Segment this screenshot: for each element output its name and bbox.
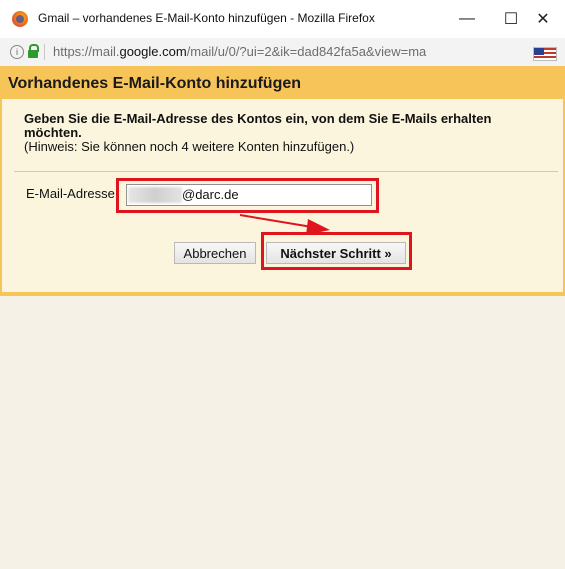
window-title: Gmail – vorhandenes E-Mail-Konto hinzufü… bbox=[38, 11, 375, 25]
close-button[interactable]: ✕ bbox=[521, 6, 565, 32]
annotation-highlight-input bbox=[116, 178, 379, 213]
us-flag-icon[interactable] bbox=[533, 47, 557, 61]
instruction-block: Geben Sie die E-Mail-Adresse des Kontos … bbox=[24, 112, 534, 154]
annotation-highlight-button bbox=[261, 232, 412, 270]
lock-icon[interactable] bbox=[28, 44, 39, 58]
firefox-icon bbox=[12, 11, 28, 27]
dialog-header: Vorhandenes E-Mail-Konto hinzufügen bbox=[0, 66, 565, 99]
dialog-body: Geben Sie die E-Mail-Adresse des Kontos … bbox=[0, 99, 565, 296]
url-domain: google.com bbox=[119, 44, 187, 59]
address-bar[interactable]: i https://mail.google.com/mail/u/0/?ui=2… bbox=[0, 38, 565, 67]
url-text[interactable]: https://mail.google.com/mail/u/0/?ui=2&i… bbox=[53, 44, 426, 59]
hint-text: (Hinweis: Sie können noch 4 weitere Kont… bbox=[24, 139, 355, 154]
divider bbox=[14, 171, 558, 172]
dialog-title: Vorhandenes E-Mail-Konto hinzufügen bbox=[8, 75, 302, 92]
window-titlebar: Gmail – vorhandenes E-Mail-Konto hinzufü… bbox=[0, 0, 565, 38]
separator bbox=[44, 44, 45, 60]
instruction-text: Geben Sie die E-Mail-Adresse des Kontos … bbox=[24, 111, 492, 140]
minimize-button[interactable]: — bbox=[445, 6, 489, 32]
email-label: E-Mail-Adresse: bbox=[26, 186, 119, 201]
info-icon[interactable]: i bbox=[10, 45, 24, 59]
cancel-button[interactable]: Abbrechen bbox=[174, 242, 256, 264]
